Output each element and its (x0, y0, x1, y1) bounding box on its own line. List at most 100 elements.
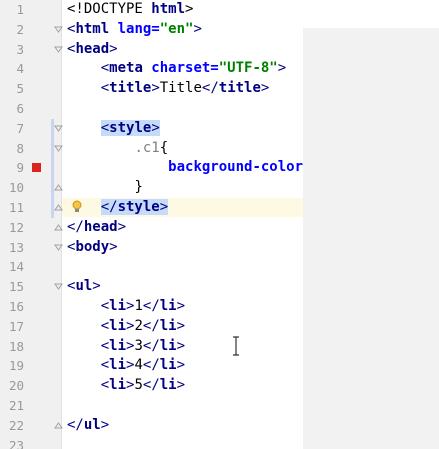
code-token: li (159, 317, 177, 334)
line-number: 4 (16, 61, 24, 77)
code-line[interactable]: 9 background-color (0, 158, 439, 177)
code-token: < (100, 80, 110, 97)
fold-marker-icon[interactable] (54, 183, 63, 192)
line-number: 16 (8, 299, 24, 314)
code-line[interactable]: 16 <li>1</li> (0, 297, 439, 316)
fold-marker-icon[interactable] (54, 203, 63, 212)
code-text: } (134, 178, 142, 197)
code-line[interactable]: 23 (0, 436, 439, 449)
line-number: 19 (8, 358, 24, 374)
code-text: <head> (67, 40, 118, 59)
line-number: 14 (8, 259, 24, 275)
code-token: 4 (134, 357, 143, 374)
code-token: </ (142, 357, 160, 374)
code-token: </ (67, 218, 84, 235)
line-number: 2 (16, 21, 24, 37)
code-line[interactable]: 3 <head> (0, 40, 439, 59)
fold-marker-icon[interactable] (54, 25, 63, 34)
code-line[interactable]: 12 </head> (0, 218, 439, 237)
code-token: > (92, 278, 101, 295)
code-token: li (109, 317, 127, 334)
code-token: li (159, 298, 177, 314)
line-number: 10 (8, 180, 24, 196)
code-token: li (109, 337, 127, 354)
code-text: <li>4</li> (101, 356, 185, 375)
fold-marker-icon[interactable] (54, 144, 63, 153)
code-line[interactable]: 13 <body> (0, 238, 439, 257)
code-token: meta (109, 60, 143, 77)
code-line[interactable]: 15 <ul> (0, 277, 439, 296)
code-token: 3 (134, 337, 143, 354)
line-number: 11 (8, 200, 24, 215)
code-token: < (100, 317, 110, 334)
code-token: html (75, 20, 110, 37)
code-text: .c1{ (134, 139, 168, 158)
fold-marker-icon[interactable] (54, 124, 63, 133)
code-token: li (109, 357, 127, 374)
fold-marker-icon[interactable] (54, 421, 63, 430)
fold-marker-icon[interactable] (54, 45, 63, 54)
code-token: > (176, 298, 186, 314)
line-number: 9 (16, 160, 24, 176)
code-line[interactable]: 21 (0, 396, 439, 415)
line-number: 22 (8, 417, 24, 433)
code-text: <li>3</li> (101, 337, 185, 356)
line-number: 3 (16, 41, 24, 57)
code-line[interactable]: 20 <li>5</li> (0, 376, 439, 395)
code-token: > (151, 119, 160, 136)
code-line[interactable]: 1 <!DOCTYPE html> (0, 0, 439, 19)
lightbulb-icon[interactable] (71, 200, 83, 214)
code-text: background-color (168, 158, 303, 177)
code-token: < (100, 298, 110, 314)
code-token: background-color (168, 159, 304, 176)
code-line[interactable]: 18 <li>3</li> (0, 337, 439, 356)
code-line[interactable]: 6 (0, 99, 439, 118)
code-token: title (109, 80, 152, 97)
code-token: < (100, 377, 110, 394)
code-token: > (176, 357, 186, 374)
line-number: 21 (8, 398, 24, 413)
code-text: </ul> (67, 416, 109, 435)
code-token: < (100, 357, 110, 374)
line-number: 5 (16, 81, 24, 97)
code-line[interactable]: 2 <html lang="en"> (0, 20, 439, 39)
code-editor[interactable]: 1 <!DOCTYPE html> 2 <html lang="en"> 3 <head>… (0, 0, 439, 449)
code-token: > (277, 60, 287, 77)
code-text: <title>Title</title> (101, 79, 270, 98)
code-token: html (151, 1, 186, 17)
code-line[interactable]: 11 </style> (0, 198, 439, 217)
code-line[interactable]: 14 (0, 257, 439, 276)
breakpoint-icon[interactable] (32, 163, 41, 173)
code-token: li (159, 357, 177, 374)
code-token: < (100, 119, 110, 136)
code-token: < (100, 60, 110, 77)
fold-marker-icon[interactable] (54, 282, 63, 291)
code-token: > (176, 337, 186, 354)
code-line[interactable]: 7 <style> (0, 119, 439, 138)
code-line[interactable]: 5 <title>Title</title> (0, 79, 439, 98)
code-line[interactable]: 22 </ul> (0, 416, 439, 435)
code-text: <style> (100, 119, 160, 138)
code-token: .c1 (134, 139, 160, 156)
code-text: <body> (67, 238, 118, 257)
code-text: <li>2</li> (101, 317, 185, 336)
code-token: </ (142, 337, 160, 354)
code-token: > (151, 80, 160, 97)
fold-marker-icon[interactable] (54, 243, 63, 252)
code-text: <ul> (67, 277, 101, 296)
code-line[interactable]: 8 .c1{ (0, 139, 439, 158)
text-cursor-icon (233, 336, 239, 356)
code-token: charset= (142, 60, 219, 77)
code-token: 5 (134, 377, 143, 394)
fold-marker-icon[interactable] (54, 223, 63, 232)
code-line[interactable]: 4 <meta charset="UTF-8"> (0, 59, 439, 78)
code-line[interactable]: 17 <li>2</li> (0, 317, 439, 336)
code-token: "en" (159, 20, 194, 37)
code-token: title (218, 80, 261, 97)
code-line[interactable]: 10} (0, 178, 439, 197)
code-token: head (75, 40, 110, 57)
code-token: > (117, 218, 127, 235)
code-line[interactable]: 19 <li>4</li> (0, 356, 439, 375)
line-number: 8 (16, 140, 24, 156)
code-token: </ (201, 80, 219, 97)
